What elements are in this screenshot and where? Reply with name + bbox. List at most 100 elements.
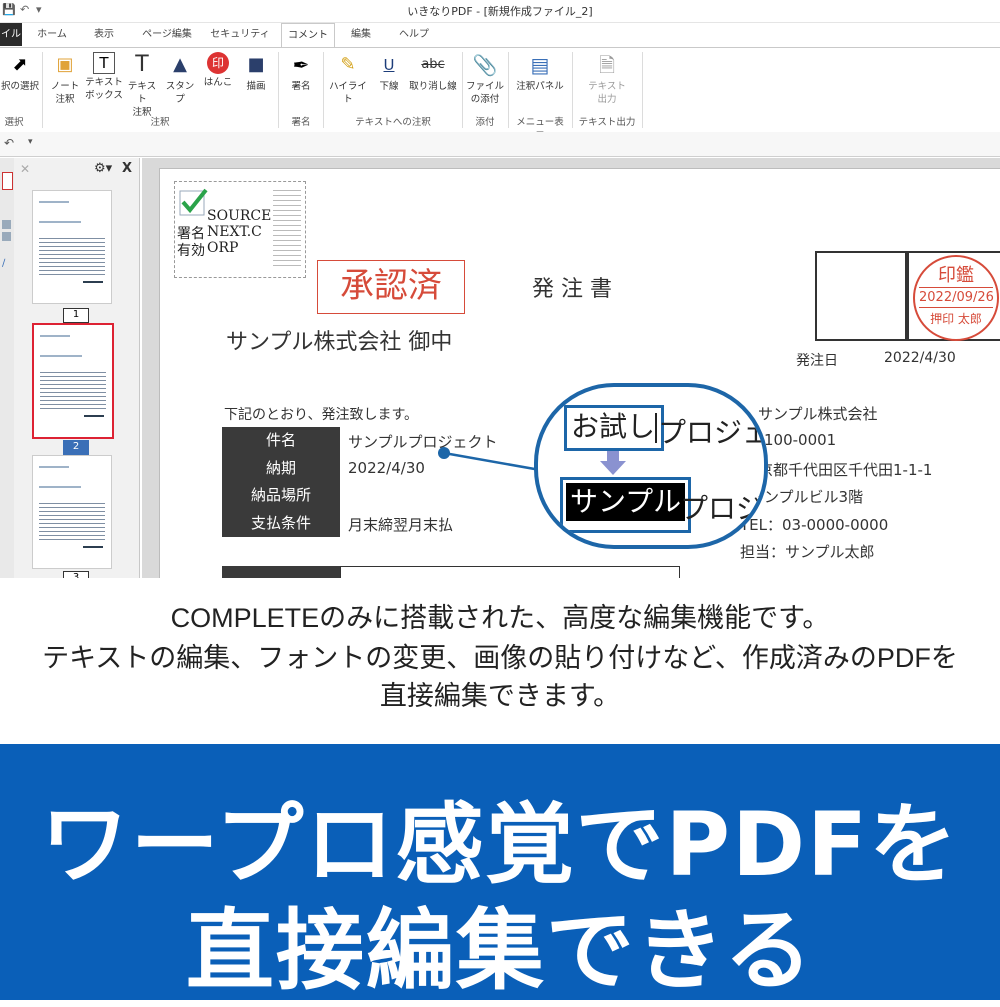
annotation-panel-button[interactable]: ▤ 注釈パネル xyxy=(512,52,568,93)
addressee: サンプル株式会社 御中 xyxy=(226,330,453,355)
payment-terms: 月末締翌月末払 xyxy=(348,516,454,534)
separator xyxy=(572,52,573,128)
attach-file-button[interactable]: 📎 ファイル の添付 xyxy=(464,52,506,106)
note-annotation-button[interactable]: ▣ ノート 注釈 xyxy=(48,52,82,106)
feature-caption: COMPLETEのみに搭載された、高度な編集機能です。 テキストの編集、フォント… xyxy=(0,578,1000,744)
quick-access-bar: ↶ ▾ xyxy=(0,132,1000,157)
textbox-icon: T xyxy=(93,52,115,74)
select-button[interactable]: ⬈ 択の選択 xyxy=(0,52,40,93)
signature-field[interactable]: SOURCE NEXT.C ORP 署名 有効 xyxy=(174,181,306,278)
delivery-date: 2022/4/30 xyxy=(348,459,425,477)
highlight-button[interactable]: ✎ ハイライト xyxy=(326,52,370,106)
link-icon[interactable]: ∕ xyxy=(2,258,5,269)
ribbon-tabs: イル ホーム 表示 ページ編集 セキュリティ コメント 編集 ヘルプ xyxy=(0,23,1000,48)
title-bar: 💾 ↶ ▾ いきなりPDF - [新規作成ファイル_2] xyxy=(0,0,1000,23)
page-thumbnail-3[interactable] xyxy=(32,455,112,569)
row-label: 件名 xyxy=(222,427,340,455)
hanko-button[interactable]: 印 はんこ xyxy=(200,52,236,89)
text-output-button[interactable]: 🗎 テキスト 出力 xyxy=(582,52,632,106)
caption-line-3: 直接編集できます。 xyxy=(379,681,621,711)
intro-text: 下記のとおり、発注致します。 xyxy=(224,407,419,423)
ribbon: ⬈ 択の選択 選択 ▣ ノート 注釈 T テキスト ボックス T テキスト 注釈… xyxy=(0,47,1000,142)
layer-icon[interactable] xyxy=(2,220,11,229)
draw-icon: ■ xyxy=(247,54,265,75)
separator xyxy=(278,52,279,128)
group-select-label: 選択 xyxy=(4,117,24,128)
stamp-icon: ▲ xyxy=(173,54,187,75)
hanko-icon: 印 xyxy=(207,52,229,74)
textbox-button[interactable]: T テキスト ボックス xyxy=(84,52,124,102)
row-label: 納品場所 xyxy=(222,482,340,510)
tab-view[interactable]: 表示 xyxy=(82,23,126,46)
pen-icon: ✒ xyxy=(292,53,310,77)
strikethrough-button[interactable]: abc 取り消し線 xyxy=(408,52,458,93)
arrow-down-icon xyxy=(600,451,626,475)
caption-line-1: COMPLETEのみに搭載された、高度な編集機能です。 xyxy=(170,603,830,633)
page-number-2[interactable]: 2 xyxy=(63,440,89,455)
close-icon[interactable]: ✕ xyxy=(20,162,30,176)
highlighter-icon: ✎ xyxy=(340,54,356,75)
company-line: 100-0001 xyxy=(764,431,837,449)
separator xyxy=(462,52,463,128)
document-title: 発 注 書 xyxy=(532,277,612,302)
order-date: 2022/4/30 xyxy=(884,350,956,366)
tab-edit[interactable]: 編集 xyxy=(341,23,381,46)
signature-details xyxy=(273,186,301,266)
paperclip-icon: 📎 xyxy=(472,53,498,77)
text-after-rest: プロジ xyxy=(680,492,765,525)
layer-icon[interactable] xyxy=(2,232,11,241)
page-thumbnail-1[interactable] xyxy=(32,190,112,304)
panel-icon: ▤ xyxy=(530,53,550,77)
seal-box-empty xyxy=(815,251,909,341)
tab-help[interactable]: ヘルプ xyxy=(392,23,436,46)
page-thumbnail-2[interactable] xyxy=(32,323,114,439)
stamp-button[interactable]: ▲ スタンプ xyxy=(162,52,198,106)
seal-box: 印鑑 2022/09/26 押印 太郎 xyxy=(905,251,1000,341)
tab-file[interactable]: イル xyxy=(0,23,22,46)
close-panel-icon[interactable]: X xyxy=(122,161,132,176)
cursor-icon: ⬈ xyxy=(12,54,28,75)
approved-stamp[interactable]: 承認済 xyxy=(317,260,465,314)
side-toolbar: ∕ xyxy=(0,158,15,578)
magnifier-bubble: お試し プロジェ サンプル プロジ xyxy=(534,383,768,549)
text-annotation-button[interactable]: T テキスト 注釈 xyxy=(124,52,160,119)
group-annot-label: 注釈 xyxy=(150,117,170,128)
tab-page-edit[interactable]: ページ編集 xyxy=(134,23,200,46)
window-title: いきなりPDF - [新規作成ファイル_2] xyxy=(407,5,593,18)
headline-banner: ワープロ感覚でPDFを 直接編集できる xyxy=(0,744,1000,1002)
dropdown-icon[interactable]: ▾ xyxy=(28,137,33,147)
row-label: 支払条件 xyxy=(222,509,340,537)
sign-button[interactable]: ✒ 署名 xyxy=(282,52,320,93)
company-line: 京都千代田区千代田1-1-1 xyxy=(758,461,933,479)
thumbnail-panel-header: ✕ ⚙▾ X xyxy=(14,158,139,182)
strikethrough-icon: abc xyxy=(421,57,445,72)
headline-line-2: 直接編集できる xyxy=(185,899,815,1002)
export-icon: 🗎 xyxy=(598,53,616,77)
gear-icon[interactable]: ⚙▾ xyxy=(94,161,112,176)
underline-button[interactable]: U 下線 xyxy=(372,52,406,93)
tab-comment[interactable]: コメント xyxy=(281,23,335,48)
tab-security[interactable]: セキュリティ xyxy=(208,23,272,46)
page-icon[interactable] xyxy=(2,172,13,190)
underline-icon: U xyxy=(383,56,395,74)
group-attach-label: 添付 xyxy=(475,117,495,128)
page-number-1[interactable]: 1 xyxy=(63,308,89,323)
signature-company: SOURCE NEXT.C ORP xyxy=(207,208,272,256)
hanko-seal[interactable]: 印鑑 2022/09/26 押印 太郎 xyxy=(913,255,999,341)
group-textout-label: テキスト出力 xyxy=(578,117,636,128)
separator xyxy=(323,52,324,128)
text-cursor xyxy=(655,413,658,443)
draw-button[interactable]: ■ 描画 xyxy=(238,52,274,93)
group-text-annot-label: テキストへの注釈 xyxy=(355,117,431,128)
separator xyxy=(642,52,643,128)
checkmark-icon xyxy=(179,188,208,216)
tab-home[interactable]: ホーム xyxy=(30,23,74,46)
text-before-edit[interactable]: お試し xyxy=(564,405,665,451)
text-icon: T xyxy=(135,52,149,77)
order-table-labels: 件名 納期 納品場所 支払条件 xyxy=(222,427,340,537)
separator xyxy=(42,52,43,128)
text-after-edit[interactable]: サンプル xyxy=(560,477,692,533)
undo-icon[interactable]: ↶ xyxy=(4,136,14,150)
group-sign-label: 署名 xyxy=(291,117,311,128)
row-label: 納期 xyxy=(222,454,340,482)
